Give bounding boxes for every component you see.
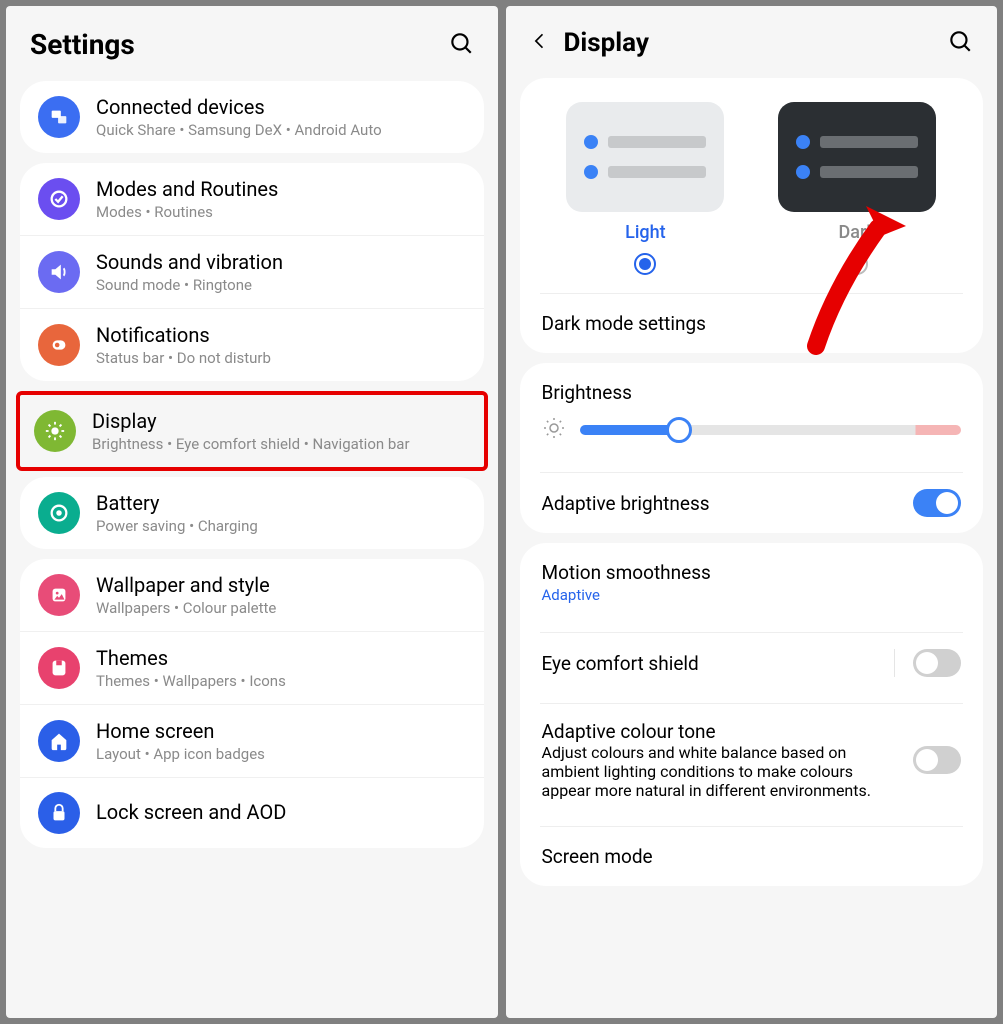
- theme-preview-light: [566, 102, 724, 212]
- row-title: Home screen: [96, 719, 466, 743]
- settings-row-themes[interactable]: Themes Themes • Wallpapers • Icons: [20, 631, 484, 704]
- themes-icon: [38, 647, 80, 689]
- settings-group: Wallpaper and style Wallpapers • Colour p…: [20, 559, 484, 848]
- row-text: Battery Power saving • Charging: [96, 491, 466, 535]
- row-subtitle: Brightness • Eye comfort shield • Naviga…: [92, 435, 470, 453]
- row-subtitle: Themes • Wallpapers • Icons: [96, 672, 466, 690]
- row-text: Home screen Layout • App icon badges: [96, 719, 466, 763]
- wallpaper-icon: [38, 574, 80, 616]
- row-text: Lock screen and AOD: [96, 800, 466, 826]
- row-title: Sounds and vibration: [96, 250, 466, 274]
- row-title: Modes and Routines: [96, 177, 466, 201]
- row-subtitle: Modes • Routines: [96, 203, 466, 221]
- theme-preview-dark: [778, 102, 936, 212]
- notifications-icon: [38, 324, 80, 366]
- brightness-label: Brightness: [520, 363, 984, 410]
- page-title: Display: [564, 28, 934, 58]
- eye-comfort-toggle[interactable]: [913, 649, 961, 677]
- page-title: Settings: [30, 28, 434, 61]
- row-title: Battery: [96, 491, 466, 515]
- row-subtitle: Quick Share • Samsung DeX • Android Auto: [96, 121, 466, 139]
- adaptive-brightness-toggle[interactable]: [913, 489, 961, 517]
- settings-header: Settings: [6, 6, 498, 71]
- settings-row-wallpaper[interactable]: Wallpaper and style Wallpapers • Colour p…: [20, 559, 484, 631]
- row-subtitle: Sound mode • Ringtone: [96, 276, 466, 294]
- display-options-card: Motion smoothness Adaptive Eye comfort s…: [520, 543, 984, 886]
- adaptive-brightness-row[interactable]: Adaptive brightness: [520, 473, 984, 533]
- row-subtitle: Layout • App icon badges: [96, 745, 466, 763]
- display-screen: Display Light: [506, 6, 998, 1018]
- colour-tone-toggle[interactable]: [913, 746, 961, 774]
- settings-row-sound[interactable]: Sounds and vibration Sound mode • Rington…: [20, 235, 484, 308]
- brightness-card: Brightness Adaptive brightness: [520, 363, 984, 533]
- row-text: Wallpaper and style Wallpapers • Colour p…: [96, 573, 466, 617]
- row-title: Themes: [96, 646, 466, 670]
- dark-mode-settings-row[interactable]: Dark mode settings: [520, 294, 984, 353]
- settings-row-display[interactable]: Display Brightness • Eye comfort shield •…: [20, 395, 484, 467]
- settings-group: Battery Power saving • Charging: [20, 477, 484, 549]
- row-text: Connected devices Quick Share • Samsung D…: [96, 95, 466, 139]
- radio-dark[interactable]: [846, 253, 868, 275]
- row-title: Lock screen and AOD: [96, 800, 466, 824]
- row-text: Sounds and vibration Sound mode • Rington…: [96, 250, 466, 294]
- settings-group: Modes and Routines Modes • Routines Sounds…: [20, 163, 484, 381]
- settings-row-display-highlight: Display Brightness • Eye comfort shield •…: [16, 391, 488, 471]
- settings-row-battery[interactable]: Battery Power saving • Charging: [20, 477, 484, 549]
- settings-group: Connected devices Quick Share • Samsung D…: [20, 81, 484, 153]
- row-text: Themes Themes • Wallpapers • Icons: [96, 646, 466, 690]
- display-list[interactable]: Light Dark Dark mode settings Brightness: [506, 68, 998, 1018]
- settings-row-connected[interactable]: Connected devices Quick Share • Samsung D…: [20, 81, 484, 153]
- theme-card: Light Dark Dark mode settings: [520, 78, 984, 353]
- settings-screen: Settings Connected devices Quick Share • …: [6, 6, 498, 1018]
- row-title: Connected devices: [96, 95, 466, 119]
- modes-icon: [38, 178, 80, 220]
- home-icon: [38, 720, 80, 762]
- theme-option-dark[interactable]: Dark: [778, 102, 936, 275]
- row-title: Display: [92, 409, 470, 433]
- motion-smoothness-row[interactable]: Motion smoothness Adaptive: [520, 543, 984, 622]
- row-title: Wallpaper and style: [96, 573, 466, 597]
- settings-list[interactable]: Connected devices Quick Share • Samsung D…: [6, 71, 498, 1018]
- settings-row-lock[interactable]: Lock screen and AOD: [20, 777, 484, 848]
- brightness-slider-row: [520, 410, 984, 462]
- back-icon[interactable]: [530, 31, 550, 55]
- brightness-icon: [542, 416, 566, 444]
- theme-label-dark: Dark: [839, 222, 876, 243]
- row-subtitle: Power saving • Charging: [96, 517, 466, 535]
- eye-comfort-row[interactable]: Eye comfort shield: [520, 633, 984, 693]
- theme-option-light[interactable]: Light: [566, 102, 724, 275]
- row-subtitle: Wallpapers • Colour palette: [96, 599, 466, 617]
- settings-row-notifications[interactable]: Notifications Status bar • Do not disturb: [20, 308, 484, 381]
- row-title: Notifications: [96, 323, 466, 347]
- screen-mode-row[interactable]: Screen mode: [520, 827, 984, 886]
- row-text: Notifications Status bar • Do not disturb: [96, 323, 466, 367]
- search-icon[interactable]: [947, 28, 973, 58]
- display-icon: [34, 410, 76, 452]
- brightness-slider-thumb[interactable]: [666, 417, 692, 443]
- radio-light[interactable]: [634, 253, 656, 275]
- row-text: Modes and Routines Modes • Routines: [96, 177, 466, 221]
- display-header: Display: [506, 6, 998, 68]
- brightness-slider[interactable]: [580, 425, 962, 435]
- sound-icon: [38, 251, 80, 293]
- row-text: Display Brightness • Eye comfort shield •…: [92, 409, 470, 453]
- theme-selector: Light Dark: [520, 78, 984, 283]
- lock-icon: [38, 792, 80, 834]
- row-subtitle: Status bar • Do not disturb: [96, 349, 466, 367]
- connected-icon: [38, 96, 80, 138]
- settings-row-modes[interactable]: Modes and Routines Modes • Routines: [20, 163, 484, 235]
- theme-label-light: Light: [625, 222, 666, 243]
- battery-icon: [38, 492, 80, 534]
- colour-tone-row[interactable]: Adaptive colour tone Adjust colours and …: [520, 704, 984, 816]
- settings-row-home[interactable]: Home screen Layout • App icon badges: [20, 704, 484, 777]
- search-icon[interactable]: [448, 30, 474, 60]
